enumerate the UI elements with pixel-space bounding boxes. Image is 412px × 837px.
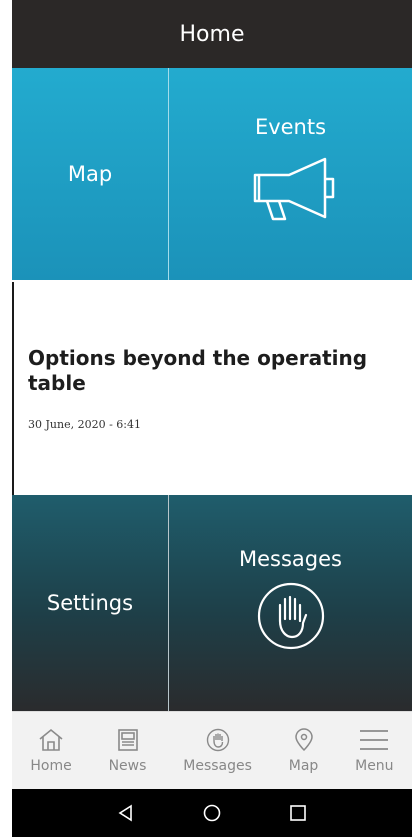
- news-title[interactable]: Options beyond the operating table: [28, 346, 388, 396]
- nav-label: News: [108, 758, 147, 774]
- settings-tile[interactable]: Settings: [12, 495, 168, 711]
- home-icon: [39, 728, 63, 751]
- messages-tile-label: Messages: [239, 547, 342, 571]
- bottom-nav: Home News Messages Map Menu: [12, 711, 412, 790]
- location-pin-icon: [294, 728, 313, 752]
- news-date: 30 June, 2020 - 6:41: [28, 418, 141, 431]
- nav-map[interactable]: Map: [288, 728, 319, 774]
- nav-home[interactable]: Home: [30, 728, 72, 774]
- nav-news[interactable]: News: [108, 728, 147, 774]
- menu-icon: [360, 730, 389, 750]
- events-tile[interactable]: Events: [169, 68, 412, 280]
- hand-icon: [257, 582, 324, 650]
- nav-label: Menu: [355, 758, 394, 774]
- hand-icon: [206, 728, 229, 752]
- events-tile-label: Events: [254, 115, 327, 139]
- nav-menu[interactable]: Menu: [355, 728, 394, 774]
- nav-label: Map: [288, 758, 319, 774]
- messages-tile[interactable]: Messages: [169, 495, 412, 711]
- app-bar: Home: [12, 0, 412, 68]
- nav-messages[interactable]: Messages: [183, 728, 252, 774]
- system-nav-bar: [12, 789, 412, 837]
- home-circle-icon[interactable]: [203, 804, 221, 822]
- page-title: Home: [179, 21, 245, 47]
- megaphone-icon: [253, 157, 334, 221]
- news-card[interactable]: Options beyond the operating table 30 Ju…: [12, 282, 412, 495]
- back-icon[interactable]: [117, 804, 135, 822]
- map-tile-label: Map: [67, 162, 113, 186]
- nav-label: Messages: [183, 758, 252, 774]
- nav-label: Home: [30, 758, 72, 774]
- map-tile[interactable]: Map: [12, 68, 168, 280]
- recents-icon[interactable]: [289, 804, 307, 822]
- news-icon: [117, 729, 138, 751]
- settings-tile-label: Settings: [46, 591, 134, 615]
